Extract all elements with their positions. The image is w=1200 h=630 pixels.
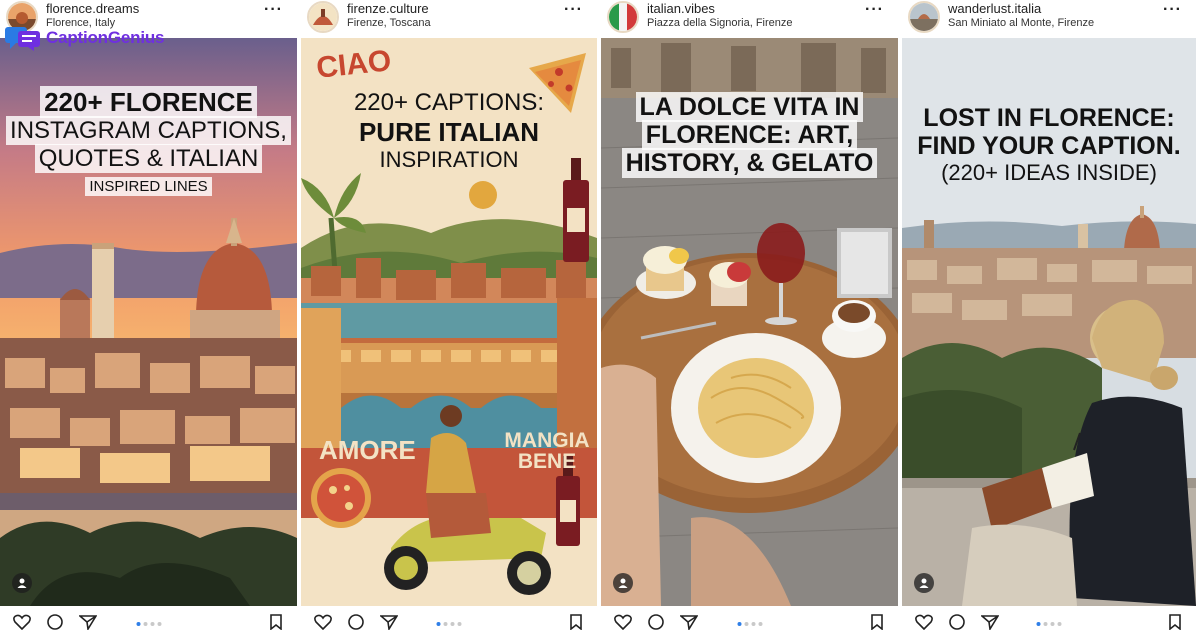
headline-line: LOST IN FLORENCE: bbox=[923, 104, 1175, 132]
action-bar bbox=[601, 606, 898, 630]
word-amore: AMORE bbox=[319, 435, 416, 465]
carousel-dot bbox=[157, 622, 161, 626]
post-card-1: florence.dreams Florence, Italy ··· Capt… bbox=[0, 0, 297, 630]
comment-icon[interactable] bbox=[948, 614, 966, 630]
carousel-dot bbox=[450, 622, 455, 626]
post-card-3: italian.vibes Piazza della Signoria, Fir… bbox=[601, 0, 898, 630]
word-mangia-bene: MANGIA BENE bbox=[497, 430, 597, 472]
word-line: BENE bbox=[517, 450, 577, 473]
comment-icon[interactable] bbox=[347, 614, 365, 630]
headline-line: FLORENCE: ART, bbox=[641, 120, 858, 150]
headline-overlay: 220+ CAPTIONS: PURE ITALIAN INSPIRATION bbox=[341, 91, 557, 171]
carousel-dot bbox=[443, 622, 448, 626]
send-icon[interactable] bbox=[680, 614, 698, 630]
headline-line: 220+ FLORENCE bbox=[40, 86, 257, 118]
avatar[interactable] bbox=[908, 1, 940, 33]
headline-line: LA DOLCE VITA IN bbox=[635, 92, 864, 122]
post-image[interactable]: CIAO 220+ CAPTIONS: PURE ITALIAN INSPIRA… bbox=[301, 38, 597, 606]
headline-overlay: LA DOLCE VITA IN FLORENCE: ART, HISTORY,… bbox=[609, 92, 890, 178]
headline-subline: (220+ IDEAS INSIDE) bbox=[941, 160, 1157, 185]
carousel-dot bbox=[1057, 622, 1062, 626]
carousel-dot bbox=[143, 622, 147, 626]
post-image[interactable]: LOST IN FLORENCE: FIND YOUR CAPTION. (22… bbox=[902, 38, 1196, 606]
username[interactable]: firenze.culture bbox=[347, 1, 429, 16]
comment-icon[interactable] bbox=[46, 614, 64, 630]
bookmark-icon[interactable] bbox=[1168, 614, 1182, 630]
bookmark-icon[interactable] bbox=[569, 614, 583, 630]
location[interactable]: Firenze, Toscana bbox=[347, 17, 431, 29]
more-options-icon[interactable]: ··· bbox=[564, 2, 583, 18]
carousel-dot bbox=[737, 622, 741, 626]
action-bar bbox=[902, 606, 1196, 630]
heart-icon[interactable] bbox=[13, 614, 31, 630]
corner-word: CIAO bbox=[314, 44, 393, 85]
brand-name: CaptionGenius bbox=[46, 28, 165, 47]
carousel-dot bbox=[1036, 622, 1041, 626]
heart-icon[interactable] bbox=[915, 614, 933, 630]
username[interactable]: italian.vibes bbox=[647, 1, 715, 16]
post-header: firenze.culture Firenze, Toscana ··· bbox=[301, 0, 597, 38]
carousel-dot bbox=[150, 622, 154, 626]
carousel-indicator bbox=[1036, 622, 1062, 626]
headline-line: FIND YOUR CAPTION. bbox=[917, 132, 1181, 160]
username[interactable]: wanderlust.italia bbox=[948, 1, 1041, 16]
carousel-dot bbox=[751, 622, 755, 626]
heart-icon[interactable] bbox=[314, 614, 332, 630]
post-image[interactable]: LA DOLCE VITA IN FLORENCE: ART, HISTORY,… bbox=[601, 38, 898, 606]
post-image[interactable]: 220+ FLORENCE INSTAGRAM CAPTIONS, QUOTES… bbox=[0, 38, 297, 606]
headline-line: 220+ CAPTIONS: bbox=[353, 89, 545, 116]
carousel-dot bbox=[1050, 622, 1055, 626]
send-icon[interactable] bbox=[380, 614, 398, 630]
avatar[interactable] bbox=[607, 1, 639, 33]
post-header: italian.vibes Piazza della Signoria, Fir… bbox=[601, 0, 898, 38]
username[interactable]: florence.dreams bbox=[46, 1, 139, 16]
carousel-dot bbox=[436, 622, 441, 626]
carousel-indicator bbox=[737, 622, 762, 626]
more-options-icon[interactable]: ··· bbox=[1163, 2, 1182, 18]
post-card-4: wanderlust.italia San Miniato al Monte, … bbox=[902, 0, 1196, 630]
chat-bubble-icon bbox=[5, 27, 40, 51]
post-strip: florence.dreams Florence, Italy ··· Capt… bbox=[0, 0, 1200, 630]
headline-line: HISTORY, & GELATO bbox=[621, 148, 878, 178]
headline-overlay: LOST IN FLORENCE: FIND YOUR CAPTION. (22… bbox=[906, 106, 1192, 184]
action-bar bbox=[0, 606, 297, 630]
headline-line: PURE ITALIAN bbox=[358, 117, 540, 147]
carousel-dot bbox=[744, 622, 748, 626]
location[interactable]: Piazza della Signoria, Firenze bbox=[647, 17, 793, 29]
heart-icon[interactable] bbox=[614, 614, 632, 630]
more-options-icon[interactable]: ··· bbox=[264, 2, 283, 18]
location[interactable]: San Miniato al Monte, Firenze bbox=[948, 17, 1094, 29]
more-options-icon[interactable]: ··· bbox=[865, 2, 884, 18]
carousel-dot bbox=[136, 622, 140, 626]
headline-line: INSPIRATION bbox=[379, 147, 519, 172]
word-line: MANGIA bbox=[504, 429, 590, 452]
avatar[interactable] bbox=[307, 1, 339, 33]
comment-icon[interactable] bbox=[647, 614, 665, 630]
send-icon[interactable] bbox=[981, 614, 999, 630]
headline-line: QUOTES & ITALIAN bbox=[34, 144, 263, 173]
headline-subline: INSPIRED LINES bbox=[85, 177, 212, 196]
action-bar bbox=[301, 606, 597, 630]
bookmark-icon[interactable] bbox=[870, 614, 884, 630]
user-tag-icon[interactable] bbox=[914, 573, 934, 593]
caption-genius-logo: CaptionGenius bbox=[4, 25, 164, 51]
user-tag-icon[interactable] bbox=[613, 573, 633, 593]
send-icon[interactable] bbox=[79, 614, 97, 630]
bookmark-icon[interactable] bbox=[269, 614, 283, 630]
post-header: wanderlust.italia San Miniato al Monte, … bbox=[902, 0, 1196, 38]
carousel-indicator bbox=[136, 622, 161, 626]
carousel-dot bbox=[1043, 622, 1048, 626]
carousel-indicator bbox=[436, 622, 462, 626]
carousel-dot bbox=[758, 622, 762, 626]
headline-line: INSTAGRAM CAPTIONS, bbox=[6, 116, 291, 145]
user-tag-icon[interactable] bbox=[12, 573, 32, 593]
headline-overlay: 220+ FLORENCE INSTAGRAM CAPTIONS, QUOTES… bbox=[4, 86, 293, 196]
post-card-2: firenze.culture Firenze, Toscana ··· CIA… bbox=[301, 0, 597, 630]
carousel-dot bbox=[457, 622, 462, 626]
